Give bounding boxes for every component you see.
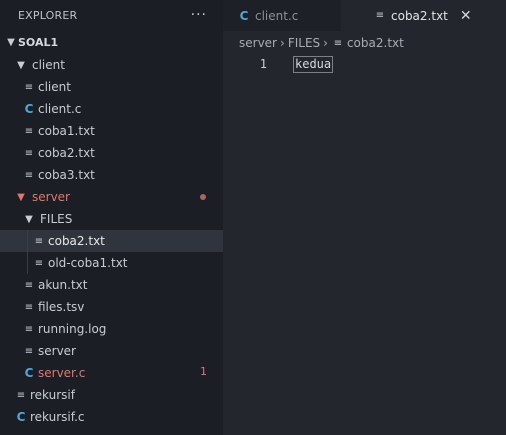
text-file-icon: ≡ — [24, 125, 34, 137]
c-file-icon: C — [24, 366, 34, 380]
explorer-sidebar: EXPLORER ··· ▼ SOAL1 ▼ client ≡ client C… — [0, 0, 223, 435]
chevron-right-icon: › — [280, 36, 285, 50]
text-file-icon: ≡ — [24, 169, 34, 181]
tab-client-c[interactable]: C client.c — [223, 0, 341, 31]
tree-label: server.c — [38, 366, 86, 380]
tree-file-old-coba1[interactable]: ≡ old-coba1.txt — [0, 252, 223, 274]
editor-pane: C client.c ≡ coba2.txt ✕ server › FILES … — [223, 0, 506, 435]
tree-folder-client[interactable]: ▼ client — [0, 54, 223, 76]
tree-label: FILES — [40, 212, 73, 226]
tree-file-akun[interactable]: ≡ akun.txt — [0, 274, 223, 296]
tree-file-coba3[interactable]: ≡ coba3.txt — [0, 164, 223, 186]
tab-coba2-txt[interactable]: ≡ coba2.txt ✕ — [341, 0, 506, 31]
more-actions-icon[interactable]: ··· — [191, 7, 207, 23]
tree-file-client[interactable]: ≡ client — [0, 76, 223, 98]
tree-file-running-log[interactable]: ≡ running.log — [0, 318, 223, 340]
tree-file-files-coba2[interactable]: ≡ coba2.txt — [0, 230, 223, 252]
tree-label: running.log — [38, 322, 107, 336]
text-file-icon: ≡ — [24, 345, 34, 357]
breadcrumb-item[interactable]: coba2.txt — [347, 36, 404, 50]
chevron-down-icon: ▼ — [17, 191, 25, 203]
workspace-label: SOAL1 — [18, 35, 59, 49]
text-file-icon: ≡ — [34, 235, 44, 247]
tree-file-rekursif[interactable]: ≡ rekursif — [0, 384, 223, 406]
text-file-icon: ≡ — [24, 81, 34, 93]
tree-label: rekursif — [30, 388, 75, 402]
tree-file-rekursif-c[interactable]: C rekursif.c — [0, 406, 223, 428]
tree-folder-files[interactable]: ▼ FILES — [0, 208, 223, 230]
line-number: 1 — [259, 57, 267, 71]
tree-file-coba2[interactable]: ≡ coba2.txt — [0, 142, 223, 164]
breadcrumb: server › FILES › ≡ coba2.txt — [223, 31, 506, 55]
tree-file-server[interactable]: ≡ server — [0, 340, 223, 362]
text-file-icon: ≡ — [24, 147, 34, 159]
chevron-down-icon: ▼ — [25, 213, 33, 225]
tree-label: coba2.txt — [38, 146, 95, 160]
problems-count-badge: 1 — [200, 365, 207, 378]
tree-file-files-tsv[interactable]: ≡ files.tsv — [0, 296, 223, 318]
chevron-down-icon: ▼ — [17, 59, 25, 71]
tab-label: client.c — [255, 8, 299, 23]
explorer-header: EXPLORER ··· — [0, 0, 223, 30]
text-file-icon: ≡ — [24, 301, 34, 313]
indent-guide — [27, 252, 28, 274]
indent-guide — [27, 230, 28, 252]
tree-file-coba1[interactable]: ≡ coba1.txt — [0, 120, 223, 142]
tree-folder-server[interactable]: ▼ server — [0, 186, 223, 208]
tree-label: files.tsv — [38, 300, 85, 314]
tree-label: server — [38, 344, 76, 358]
chevron-right-icon: › — [323, 36, 328, 50]
tree-label: server — [32, 190, 70, 204]
tab-bar: C client.c ≡ coba2.txt ✕ — [223, 0, 506, 31]
explorer-title: EXPLORER — [18, 8, 78, 22]
text-file-icon: ≡ — [375, 10, 385, 21]
chevron-down-icon: ▼ — [7, 36, 15, 48]
tree-label: client.c — [38, 102, 82, 116]
code-text[interactable]: kedua — [293, 55, 334, 73]
text-file-icon: ≡ — [24, 279, 34, 291]
close-icon[interactable]: ✕ — [460, 8, 472, 24]
text-file-icon: ≡ — [333, 37, 343, 49]
breadcrumb-item[interactable]: server — [239, 36, 277, 50]
tree-file-server-c[interactable]: C server.c 1 — [0, 362, 223, 384]
workspace-section[interactable]: ▼ SOAL1 — [0, 30, 223, 54]
tree-label: client — [38, 80, 71, 94]
tree-label: coba1.txt — [38, 124, 95, 138]
tab-label: coba2.txt — [391, 8, 448, 23]
text-file-icon: ≡ — [16, 389, 26, 401]
code-line[interactable]: 1 kedua — [223, 55, 506, 73]
tree-label: old-coba1.txt — [48, 256, 128, 270]
tree-label: client — [32, 58, 65, 72]
c-file-icon: C — [239, 8, 249, 23]
tree-file-client-c[interactable]: C client.c — [0, 98, 223, 120]
breadcrumb-item[interactable]: FILES — [288, 36, 320, 50]
tree-label: coba2.txt — [48, 234, 105, 248]
text-file-icon: ≡ — [34, 257, 44, 269]
tree-label: akun.txt — [38, 278, 88, 292]
tree-label: rekursif.c — [30, 410, 85, 424]
modified-dot-icon — [200, 194, 206, 200]
c-file-icon: C — [24, 102, 34, 116]
text-file-icon: ≡ — [24, 323, 34, 335]
tree-label: coba3.txt — [38, 168, 95, 182]
c-file-icon: C — [16, 410, 26, 424]
